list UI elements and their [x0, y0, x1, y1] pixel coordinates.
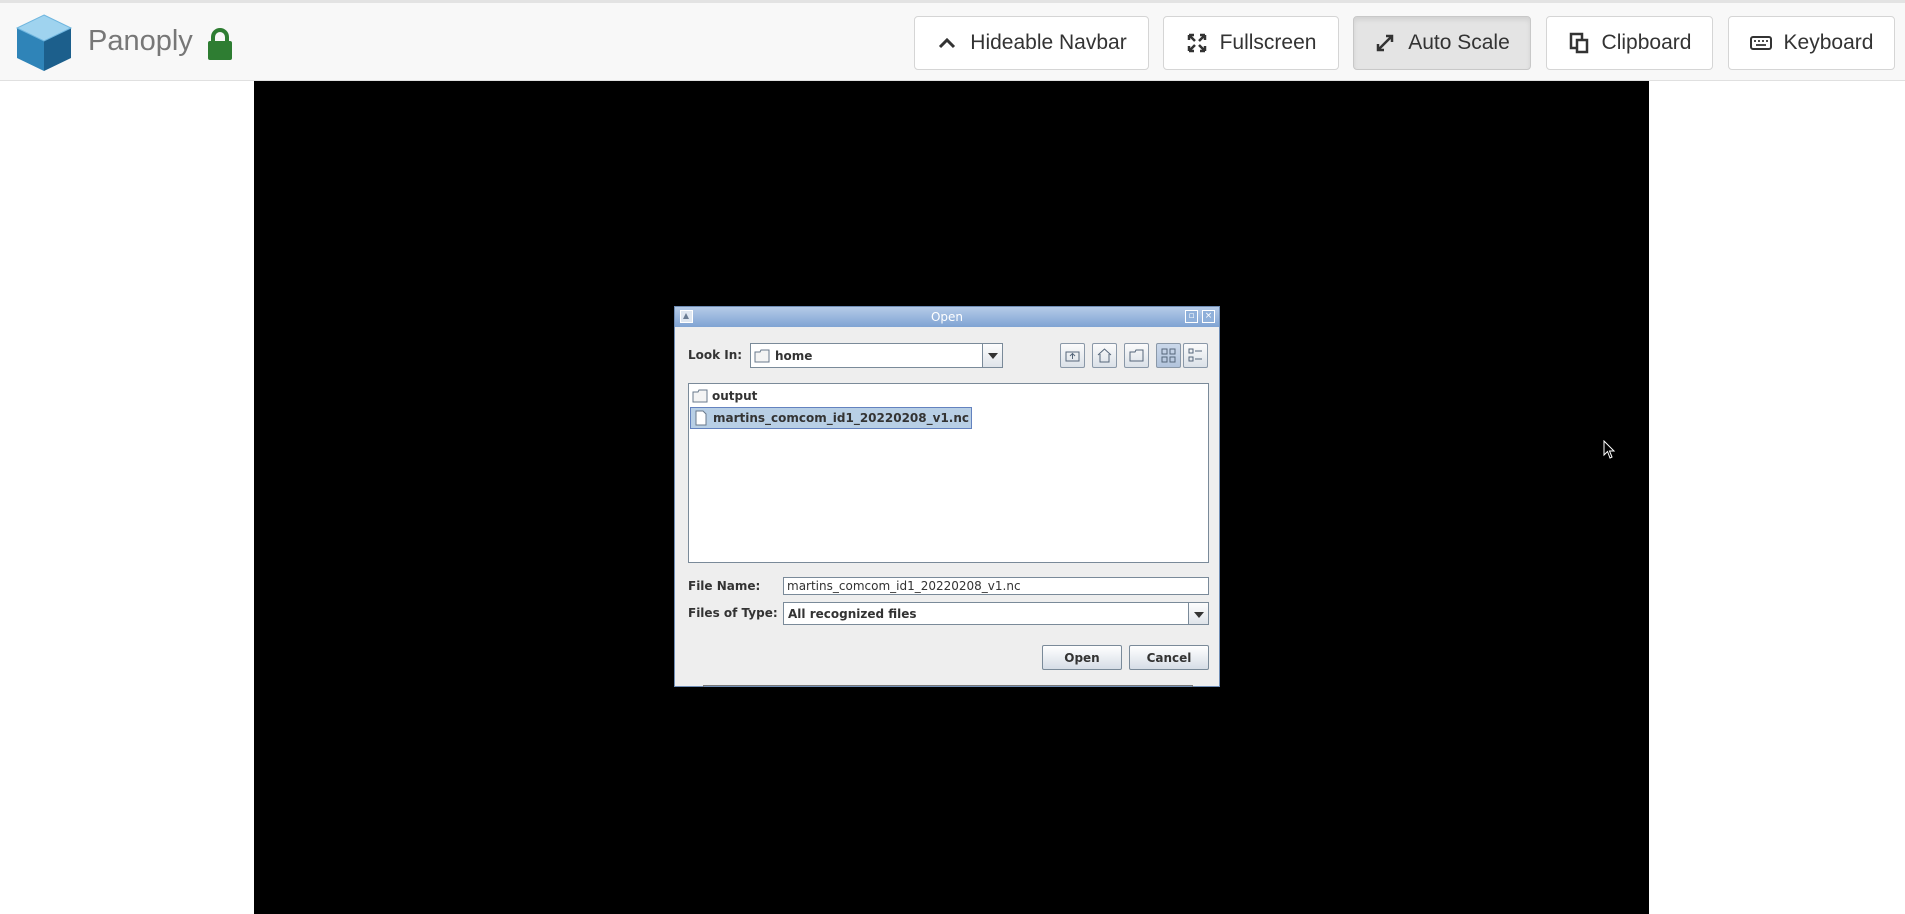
auto-scale-label: Auto Scale — [1408, 31, 1510, 54]
list-view-button[interactable] — [1156, 343, 1181, 368]
keyboard-icon — [1749, 36, 1772, 50]
list-item[interactable]: martins_comcom_id1_20220208_v1.nc — [690, 407, 973, 429]
details-view-button[interactable] — [1183, 343, 1208, 368]
clipboard-label: Clipboard — [1601, 31, 1692, 54]
list-item-label: output — [712, 389, 758, 403]
folder-icon — [754, 349, 770, 363]
clipboard-icon — [1569, 32, 1588, 54]
hideable-navbar-button[interactable]: Hideable Navbar — [914, 16, 1149, 70]
list-item[interactable]: output — [690, 385, 759, 407]
lock-icon — [208, 28, 232, 60]
auto-scale-button[interactable]: Auto Scale — [1353, 16, 1531, 70]
file-icon — [695, 410, 707, 426]
files-of-type-dropdown-arrow-icon[interactable] — [1188, 603, 1208, 624]
panoply-cube-logo-icon — [15, 14, 73, 71]
look-in-combo[interactable]: home — [750, 343, 1003, 368]
fullscreen-button[interactable]: Fullscreen — [1163, 16, 1339, 70]
files-of-type-label: Files of Type: — [688, 606, 778, 620]
dialog-titlebar[interactable]: Open ▫ × — [675, 307, 1219, 327]
file-name-input[interactable]: martins_comcom_id1_20220208_v1.nc — [783, 577, 1209, 595]
details-view-icon — [1188, 348, 1202, 362]
keyboard-button[interactable]: Keyboard — [1728, 16, 1895, 70]
dialog-title: Open — [930, 310, 964, 324]
open-file-dialog: Open ▫ × Look In: home output martins_co… — [674, 306, 1220, 687]
close-icon[interactable]: × — [1202, 310, 1215, 323]
brand-title: Panoply — [88, 25, 193, 57]
expand-arrows-icon — [1376, 34, 1394, 52]
files-of-type-value: All recognized files — [788, 607, 917, 621]
chevron-up-icon — [939, 37, 956, 49]
cancel-button[interactable]: Cancel — [1129, 645, 1209, 670]
list-item-label: martins_comcom_id1_20220208_v1.nc — [713, 411, 970, 425]
home-button[interactable] — [1092, 343, 1117, 368]
dialog-bottom-edge — [703, 685, 1193, 687]
list-view-icon — [1161, 348, 1176, 363]
up-folder-icon — [1065, 351, 1080, 362]
look-in-value: home — [775, 349, 813, 363]
look-in-dropdown-arrow-icon[interactable] — [982, 344, 1002, 367]
new-folder-button[interactable] — [1124, 343, 1149, 368]
look-in-label: Look In: — [688, 348, 743, 362]
top-navbar: Panoply Hideable Navbar Fullscreen Auto … — [0, 0, 1905, 81]
new-folder-icon — [1129, 349, 1144, 362]
up-one-level-button[interactable] — [1060, 343, 1085, 368]
fullscreen-label: Fullscreen — [1219, 31, 1317, 54]
hideable-navbar-label: Hideable Navbar — [970, 31, 1127, 54]
files-of-type-combo[interactable]: All recognized files — [783, 602, 1209, 625]
keyboard-label: Keyboard — [1783, 31, 1874, 54]
clipboard-button[interactable]: Clipboard — [1546, 16, 1713, 70]
folder-icon — [692, 389, 708, 403]
maximize-icon[interactable]: ▫ — [1185, 310, 1198, 323]
fullscreen-icon — [1187, 33, 1206, 53]
mouse-cursor-icon — [1603, 440, 1616, 459]
file-name-label: File Name: — [688, 579, 761, 593]
home-icon — [1097, 348, 1112, 363]
file-list[interactable]: output martins_comcom_id1_20220208_v1.nc — [688, 383, 1209, 563]
open-button[interactable]: Open — [1042, 645, 1122, 670]
